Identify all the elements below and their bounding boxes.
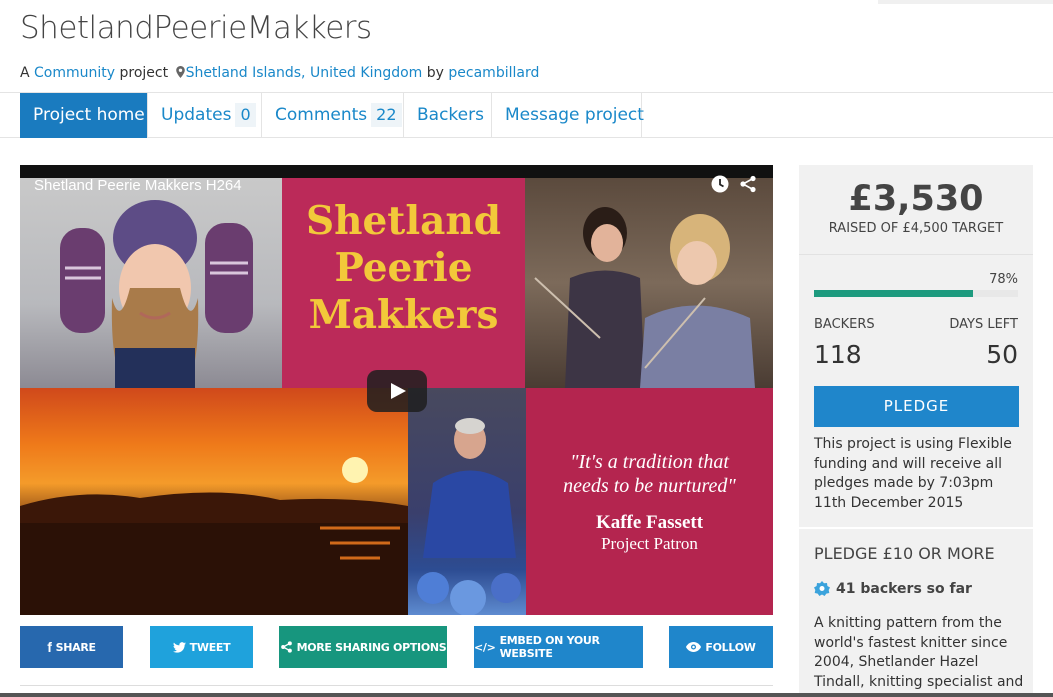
- quote-author: Kaffe Fassett: [595, 512, 704, 533]
- category-link[interactable]: Community: [34, 65, 115, 81]
- tweet-button-label: TWEET: [189, 640, 231, 654]
- reward-backers: 41 backers so far: [814, 581, 972, 597]
- reward-title[interactable]: PLEDGE £10 OR MORE: [814, 544, 995, 563]
- content-divider: [20, 685, 773, 686]
- sidebar-divider: [799, 527, 1033, 529]
- poster-title: Shetland Peerie Makkers: [282, 198, 525, 339]
- tab-label: Message project: [505, 105, 644, 125]
- backers-count: 118: [814, 340, 862, 369]
- progress-bar: [814, 290, 1018, 297]
- creator-link[interactable]: pecambillard: [448, 65, 539, 81]
- code-icon: </>: [474, 640, 496, 654]
- quote-line: needs to be nurtured": [563, 475, 736, 497]
- video-controls: [711, 175, 757, 193]
- progress-bar-fill: [814, 290, 974, 297]
- quote-panel: "It's a tradition that needs to be nurtu…: [526, 388, 773, 615]
- eye-icon: [686, 642, 702, 652]
- updates-count-badge: 0: [235, 103, 256, 127]
- tab-message-project[interactable]: Message project: [492, 93, 644, 138]
- funding-sidebar: £3,530 RAISED OF £4,500 TARGET 78% BACKE…: [799, 165, 1033, 697]
- follow-button[interactable]: FOLLOW: [669, 626, 773, 668]
- tab-label: Project home: [33, 105, 145, 125]
- target-text: RAISED OF £4,500 TARGET: [828, 221, 1004, 236]
- embed-button-label: EMBED ON YOUR WEBSITE: [499, 634, 600, 660]
- tab-backers[interactable]: Backers: [404, 93, 492, 138]
- play-button[interactable]: [367, 370, 427, 412]
- meta-by: by: [426, 65, 444, 81]
- badge-icon: [814, 581, 830, 596]
- tab-project-home[interactable]: Project home: [20, 93, 148, 138]
- share-facebook-button[interactable]: f SHARE: [20, 626, 123, 668]
- poster-line: Makkers: [308, 292, 499, 338]
- reward-backers-text: 41 backers so far: [836, 581, 972, 597]
- project-title: ShetlandPeerieMakkers: [20, 10, 372, 46]
- quote-role: Project Patron: [601, 534, 698, 553]
- girl-with-mittens-image: [20, 178, 282, 388]
- tab-label: Comments: [275, 105, 368, 125]
- funding-note: This project is using Flexible funding a…: [814, 436, 1012, 511]
- meta-prefix: A: [20, 65, 30, 81]
- project-meta: A Community project Shetland Islands, Un…: [20, 65, 539, 81]
- poster-line: Peerie: [334, 245, 473, 291]
- days-left-label: DAYS LEFT: [949, 317, 1018, 332]
- poster-line: Shetland: [305, 198, 502, 244]
- quote-line: "It's a tradition that: [570, 451, 729, 473]
- twitter-icon: [172, 641, 186, 653]
- follow-button-label: FOLLOW: [705, 640, 756, 654]
- reward-description: A knitting pattern from the world's fast…: [814, 615, 1024, 697]
- poster-title-panel: Shetland Peerie Makkers: [282, 178, 525, 388]
- comments-count-badge: 22: [371, 103, 402, 127]
- more-sharing-label: MORE SHARING OPTIONS: [296, 640, 447, 654]
- quote-text: "It's a tradition that needs to be nurtu…: [526, 450, 773, 498]
- share-icon: [280, 641, 292, 653]
- more-sharing-options-button[interactable]: MORE SHARING OPTIONS: [279, 626, 447, 668]
- backers-label: BACKERS: [814, 317, 875, 332]
- share-button-label: SHARE: [55, 640, 96, 654]
- sunset-island-image: [20, 388, 408, 615]
- pledge-button[interactable]: PLEDGE: [814, 386, 1019, 427]
- girls-knitting-image: [525, 178, 773, 388]
- facebook-icon: f: [47, 639, 52, 655]
- tab-comments[interactable]: Comments 22: [262, 93, 404, 138]
- days-left-count: 50: [986, 340, 1018, 369]
- location-link[interactable]: Shetland Islands, United Kingdom: [186, 65, 423, 81]
- percent-funded: 78%: [989, 272, 1018, 287]
- watch-later-icon[interactable]: [711, 175, 729, 193]
- tab-updates[interactable]: Updates 0: [148, 93, 262, 138]
- location-pin-icon: [175, 66, 185, 78]
- amount-raised: £3,530: [848, 179, 984, 219]
- video-title: Shetland Peerie Makkers H264: [34, 177, 242, 194]
- tweet-button[interactable]: TWEET: [150, 626, 253, 668]
- raised-box: £3,530 RAISED OF £4,500 TARGET: [799, 165, 1033, 255]
- share-video-icon[interactable]: [739, 175, 757, 193]
- project-tabs: Project home Updates 0 Comments 22 Backers…: [0, 92, 1053, 138]
- meta-mid: project: [119, 65, 169, 81]
- kaffe-fassett-image: [408, 388, 526, 615]
- bottom-edge: [0, 693, 1053, 697]
- tab-label: Backers: [417, 105, 484, 125]
- embed-button[interactable]: </> EMBED ON YOUR WEBSITE: [474, 626, 643, 668]
- top-divider: [878, 0, 1053, 4]
- tab-label: Updates: [161, 105, 232, 125]
- video-player[interactable]: Shetland Peerie Makkers H264 Shetland Pe…: [20, 165, 773, 615]
